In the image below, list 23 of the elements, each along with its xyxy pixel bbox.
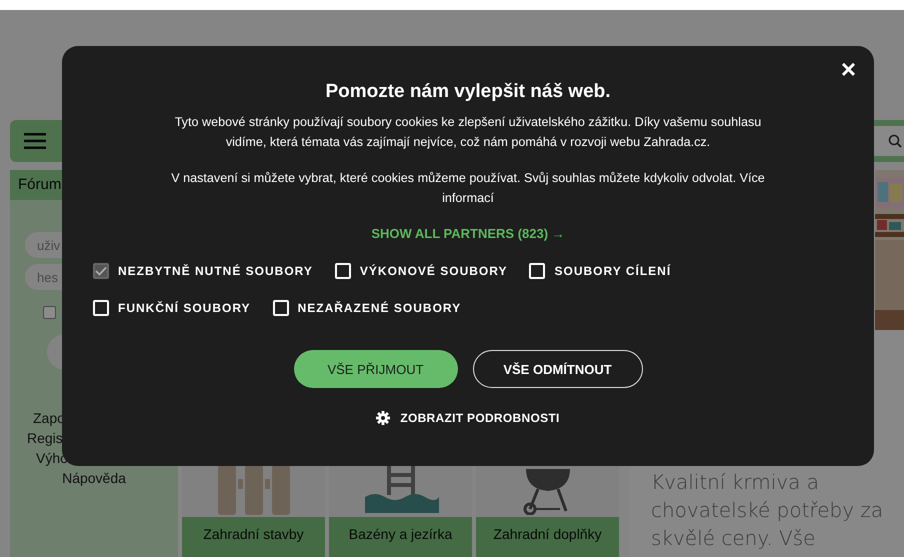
sidebar-link[interactable]: Nápověda [62,468,126,488]
partners-link[interactable]: SHOW ALL PARTNERS (823) → [371,225,565,243]
category-label: Zahradní stavby [182,517,325,557]
category-label: Bazény a jezírka [329,517,472,557]
checkbox-label: NEZBYTNĚ NUTNÉ SOUBORY [118,264,313,278]
promo-text: Kvalitní krmiva a chovatelské potřeby za skvělé ceny. Vše [651,469,884,552]
accept-all-button[interactable]: VŠE PŘIJMOUT [294,350,458,388]
sidebar-link[interactable]: Regis [10,428,63,448]
gear-icon [376,411,390,425]
close-button[interactable]: × [836,54,860,84]
details-link[interactable]: ZOBRAZIT PODROBNOSTI [376,411,560,425]
dialog-title: Pomozte nám vylepšit náš web. [324,80,612,104]
menu-icon[interactable] [24,133,46,149]
search-icon [888,134,902,148]
dialog-text: Tyto webové stránky používají soubory cookies ke zlepšení uživatelského zážitku. Díky vašemu souhlasu vidíme, která témata vás zajímají nejvíce, což nám pomáhá v rozvoji webu Zahrada.cz. [174,114,762,151]
checkbox-label: NEZAŘAZENÉ SOUBORY [298,301,462,315]
category-label: Zahradní doplňky [476,517,619,557]
checkbox-label: SOUBORY CÍLENÍ [554,264,672,278]
checkbox-label: FUNKČNÍ SOUBORY [118,301,251,315]
checkbox-label: VÝKONOVÉ SOUBORY [360,264,508,278]
reject-all-button[interactable]: VŠE ODMÍTNOUT [472,350,642,388]
dialog-text: V nastavení si můžete vybrat, které cookies můžeme používat. Svůj souhlas můžete kdykoliv odvolat. Více informací [170,170,766,207]
remember-checkbox[interactable] [43,306,56,319]
